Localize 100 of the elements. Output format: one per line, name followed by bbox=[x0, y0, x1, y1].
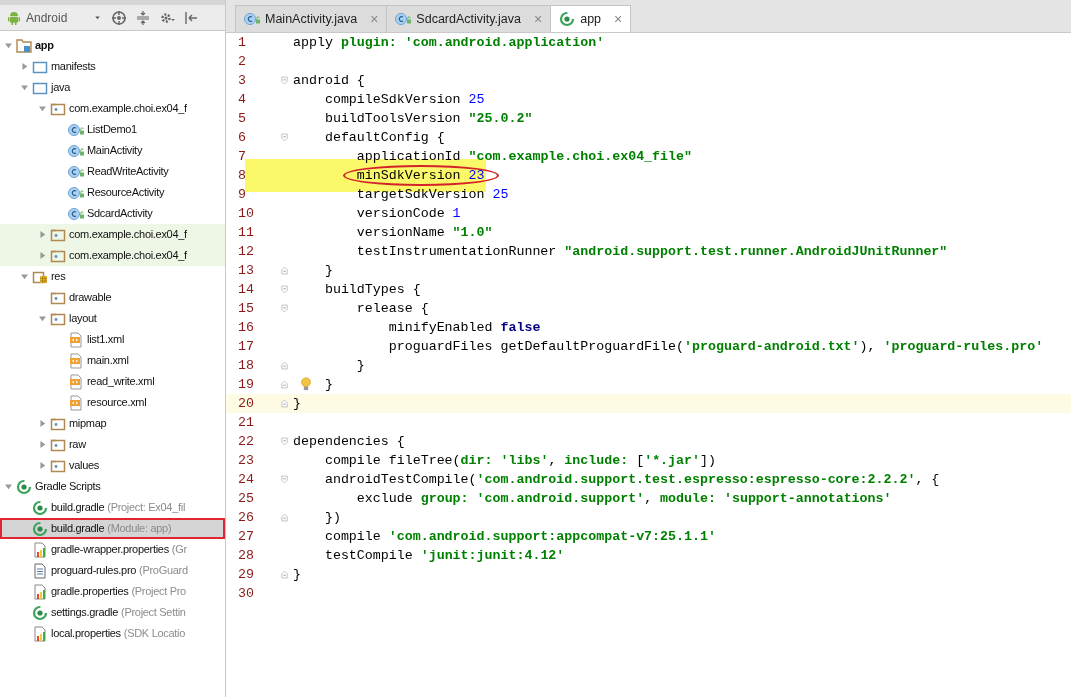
line-number: 6 bbox=[237, 128, 247, 147]
class-icon bbox=[395, 11, 412, 27]
class-icon bbox=[68, 184, 84, 201]
tree-item[interactable]: layout bbox=[0, 308, 225, 329]
lightbulb-icon[interactable] bbox=[299, 376, 313, 392]
tree-item[interactable]: read_write.xml bbox=[0, 371, 225, 392]
code-line: testInstrumentationRunner "android.support.test.runner.AndroidJUnitRunner" bbox=[356, 242, 948, 261]
code-line: }) bbox=[324, 508, 341, 527]
close-tab-button[interactable]: × bbox=[606, 12, 623, 26]
line-number: 1 bbox=[237, 33, 247, 52]
editor-tab[interactable]: app × bbox=[550, 5, 632, 32]
fold-end-icon[interactable] bbox=[279, 511, 290, 524]
tree-item[interactable]: proguard-rules.pro (ProGuard bbox=[0, 560, 225, 581]
code-line: proguardFiles getDefaultProguardFile('proguard-android.txt'), 'proguard-rules.pro' bbox=[388, 337, 1044, 356]
tree-item[interactable]: settings.gradle (Project Settin bbox=[0, 602, 225, 623]
code-line: } bbox=[356, 356, 365, 375]
code-line: versionName "1.0" bbox=[356, 223, 493, 242]
expanded-arrow-icon bbox=[2, 40, 14, 51]
text-file-icon bbox=[32, 562, 48, 579]
fold-end-icon[interactable] bbox=[279, 378, 290, 391]
tree-item[interactable]: raw bbox=[0, 434, 225, 455]
tree-item[interactable]: gradle-wrapper.properties (Gr bbox=[0, 539, 225, 560]
tree-item[interactable]: resource.xml bbox=[0, 392, 225, 413]
line-number: 25 bbox=[237, 489, 255, 508]
line-number: 4 bbox=[237, 90, 247, 109]
line-number: 12 bbox=[237, 242, 255, 261]
code-line: compile fileTree(dir: 'libs', include: ['*.jar']) bbox=[324, 451, 716, 470]
tree-item[interactable]: com.example.choi.ex04_f bbox=[0, 98, 225, 119]
line-number: 28 bbox=[237, 546, 255, 565]
tree-item[interactable]: app bbox=[0, 35, 225, 56]
class-icon bbox=[68, 205, 84, 222]
tree-item[interactable]: res bbox=[0, 266, 225, 287]
line-number: 16 bbox=[237, 318, 255, 337]
fold-end-icon[interactable] bbox=[279, 568, 290, 581]
editor-tab[interactable]: SdcardActivity.java × bbox=[386, 5, 552, 32]
tree-item[interactable]: com.example.choi.ex04_f bbox=[0, 224, 225, 245]
fold-icon[interactable] bbox=[279, 283, 290, 296]
line-number: 21 bbox=[237, 413, 255, 432]
code-line: testCompile 'junit:junit:4.12' bbox=[324, 546, 565, 565]
line-number: 24 bbox=[237, 470, 255, 489]
tree-item[interactable]: ListDemo1 bbox=[0, 119, 225, 140]
code-line: } bbox=[293, 565, 301, 584]
tree-item[interactable]: ResourceActivity bbox=[0, 182, 225, 203]
tree-item[interactable]: ReadWriteActivity bbox=[0, 161, 225, 182]
xml-file-icon bbox=[68, 373, 84, 390]
gradle-icon bbox=[559, 11, 576, 27]
line-number: 3 bbox=[237, 71, 247, 90]
tree-item[interactable]: local.properties (SDK Locatio bbox=[0, 623, 225, 644]
expanded-arrow-icon bbox=[2, 481, 14, 492]
tree-item[interactable]: values bbox=[0, 455, 225, 476]
tree-item[interactable]: list1.xml bbox=[0, 329, 225, 350]
line-number: 7 bbox=[237, 147, 247, 166]
tree-item[interactable]: mipmap bbox=[0, 413, 225, 434]
tree-item[interactable]: com.example.choi.ex04_f bbox=[0, 245, 225, 266]
tree-item[interactable]: build.gradle (Project: Ex04_fil bbox=[0, 497, 225, 518]
tree-item[interactable]: manifests bbox=[0, 56, 225, 77]
fold-icon[interactable] bbox=[279, 131, 290, 144]
fold-icon[interactable] bbox=[279, 74, 290, 87]
fold-icon[interactable] bbox=[279, 435, 290, 448]
line-number: 11 bbox=[237, 223, 255, 242]
expanded-arrow-icon bbox=[18, 271, 30, 282]
tree-item[interactable]: gradle.properties (Project Pro bbox=[0, 581, 225, 602]
class-icon bbox=[68, 142, 84, 159]
tree-item[interactable]: SdcardActivity bbox=[0, 203, 225, 224]
tree-item[interactable]: MainActivity bbox=[0, 140, 225, 161]
code-line: android { bbox=[293, 71, 365, 90]
tree-item[interactable]: java bbox=[0, 77, 225, 98]
expanded-arrow-icon bbox=[36, 103, 48, 114]
line-number: 17 bbox=[237, 337, 255, 356]
tree-item[interactable]: drawable bbox=[0, 287, 225, 308]
tree-item[interactable]: Gradle Scripts bbox=[0, 476, 225, 497]
fold-icon[interactable] bbox=[279, 302, 290, 315]
xml-file-icon bbox=[68, 352, 84, 369]
fold-end-icon[interactable] bbox=[279, 264, 290, 277]
tree-item[interactable]: main.xml bbox=[0, 350, 225, 371]
class-icon bbox=[68, 121, 84, 138]
line-number: 29 bbox=[237, 565, 255, 584]
line-number: 26 bbox=[237, 508, 255, 527]
tree-item[interactable]: build.gradle (Module: app) bbox=[0, 518, 225, 539]
target-icon[interactable] bbox=[111, 9, 127, 26]
editor-tab[interactable]: MainActivity.java × bbox=[235, 5, 388, 32]
code-line: } bbox=[324, 375, 333, 394]
code-line: compile 'com.android.support:appcompat-v7:25.1.1' bbox=[324, 527, 716, 546]
android-icon bbox=[6, 9, 22, 26]
collapse-icon[interactable] bbox=[135, 9, 151, 26]
fold-end-icon[interactable] bbox=[279, 397, 290, 410]
line-number: 5 bbox=[237, 109, 247, 128]
code-line: } bbox=[324, 261, 333, 280]
code-line: release { bbox=[356, 299, 429, 318]
line-number: 19 bbox=[237, 375, 255, 394]
line-number: 13 bbox=[237, 261, 255, 280]
line-number: 8 bbox=[237, 166, 247, 185]
expanded-arrow-icon bbox=[18, 82, 30, 93]
hide-panel-icon[interactable] bbox=[183, 9, 199, 26]
module-folder-icon bbox=[16, 37, 32, 54]
fold-end-icon[interactable] bbox=[279, 359, 290, 372]
fold-icon[interactable] bbox=[279, 473, 290, 486]
gradle-icon bbox=[16, 478, 32, 495]
expanded-arrow-icon bbox=[36, 313, 48, 324]
class-icon bbox=[68, 163, 84, 180]
